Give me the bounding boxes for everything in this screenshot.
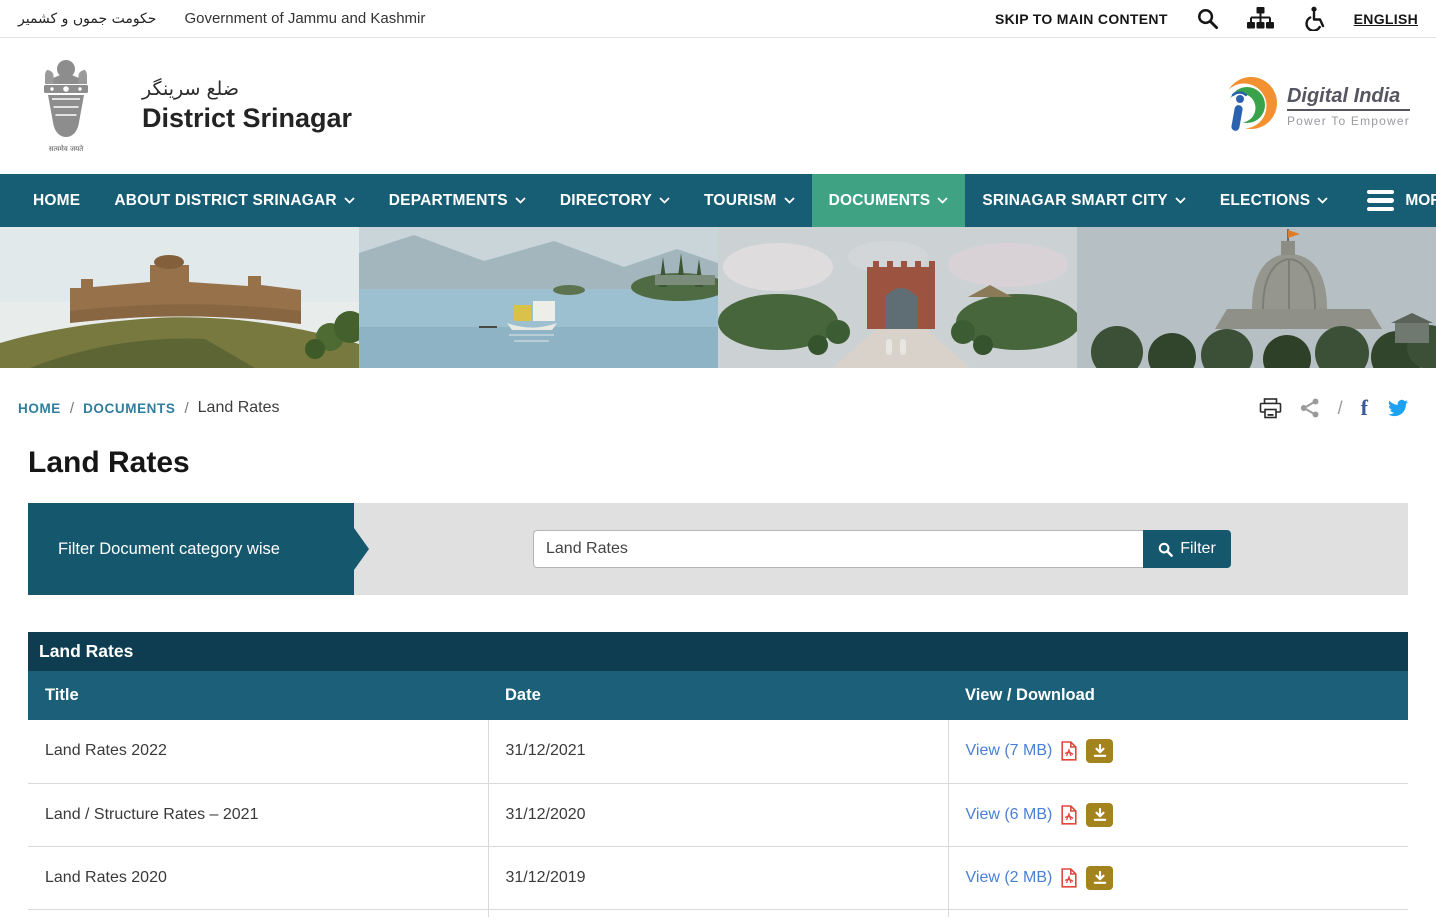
skip-to-main-content-link[interactable]: SKIP TO MAIN CONTENT (995, 11, 1168, 27)
page-root: حکومت جموں و کشمیر Government of Jammu a… (0, 0, 1436, 922)
hero-image-strip (0, 227, 1436, 368)
download-icon (1093, 808, 1107, 822)
table-caption: Land Rates (28, 632, 1408, 671)
nav-item-directory[interactable]: DIRECTORY (543, 174, 687, 227)
emblem-motto: सत्यमेव जयते (49, 145, 83, 154)
government-urdu-text: حکومت جموں و کشمیر (18, 11, 156, 27)
pdf-file-icon[interactable] (1061, 868, 1077, 888)
table-row: Land / Structure Rates – 2021 31/12/2020… (28, 783, 1408, 846)
hero-image-garden-arch (718, 227, 1077, 368)
document-title: Land Rates 2020 (28, 846, 488, 909)
india-emblem: सत्यमेव जयते (34, 58, 98, 154)
top-bar: حکومت جموں و کشمیر Government of Jammu a… (0, 0, 1436, 38)
chevron-down-icon (784, 197, 795, 204)
chevron-down-icon (344, 197, 355, 204)
digital-india-title: Digital India (1287, 85, 1410, 111)
facebook-icon[interactable]: f (1361, 397, 1368, 419)
breadcrumb-documents-link[interactable]: DOCUMENTS (83, 401, 175, 416)
chevron-down-icon (659, 197, 670, 204)
nav-item-documents[interactable]: DOCUMENTS (812, 174, 966, 227)
column-header-title: Title (28, 671, 488, 720)
language-toggle[interactable]: ENGLISH (1354, 11, 1418, 27)
twitter-icon[interactable] (1386, 398, 1410, 418)
view-document-link[interactable]: View (7 MB) (966, 742, 1053, 760)
breadcrumb-current: Land Rates (198, 399, 280, 417)
district-name-urdu: ضلع سرینگر (142, 78, 239, 100)
view-document-link[interactable]: View (6 MB) (966, 806, 1053, 824)
hero-image-dal-lake (359, 227, 718, 368)
documents-table: Title Date View / Download Land Rates 20… (28, 671, 1408, 917)
digital-india-logo[interactable]: Digital India Power To Empower (1219, 75, 1410, 137)
pdf-file-icon[interactable] (1061, 741, 1077, 761)
main-navigation: HOME ABOUT DISTRICT SRINAGAR DEPARTMENTS… (0, 174, 1436, 227)
government-link[interactable]: Government of Jammu and Kashmir (184, 10, 425, 27)
documents-section: Land Rates Title Date View / Download La… (28, 632, 1408, 917)
icon-separator: / (1338, 398, 1343, 419)
chevron-down-icon (937, 197, 948, 204)
district-name: District Srinagar (142, 103, 352, 134)
download-button[interactable] (1086, 739, 1113, 763)
download-icon (1093, 744, 1107, 758)
view-document-link[interactable]: View (2 MB) (966, 869, 1053, 887)
nav-item-departments[interactable]: DEPARTMENTS (372, 174, 543, 227)
document-title: Land / Structure Rates – 2021 (28, 783, 488, 846)
chevron-down-icon (515, 197, 526, 204)
column-header-view-download: View / Download (948, 671, 1408, 720)
document-date: 31/12/2019 (488, 846, 948, 909)
download-button[interactable] (1086, 803, 1113, 827)
column-header-date: Date (488, 671, 948, 720)
table-row-partial (28, 909, 1408, 917)
filter-category-label: Filter Document category wise (28, 503, 354, 595)
filter-bar: Filter Document category wise Filter (28, 503, 1408, 595)
search-icon[interactable] (1196, 7, 1219, 30)
breadcrumb-home-link[interactable]: HOME (18, 401, 61, 416)
sitemap-icon[interactable] (1247, 7, 1274, 30)
breadcrumb-separator: / (70, 400, 74, 417)
search-icon (1158, 542, 1173, 557)
chevron-down-icon (1175, 197, 1186, 204)
filter-button[interactable]: Filter (1143, 530, 1231, 568)
chevron-down-icon (1317, 197, 1328, 204)
download-icon (1093, 871, 1107, 885)
hamburger-menu-icon (1367, 190, 1394, 212)
hero-image-fort (0, 227, 359, 368)
share-icon[interactable] (1300, 398, 1320, 418)
nav-item-srinagar-smart-city[interactable]: SRINAGAR SMART CITY (965, 174, 1203, 227)
pdf-file-icon[interactable] (1061, 805, 1077, 825)
breadcrumb-separator: / (184, 400, 188, 417)
table-row: Land Rates 2020 31/12/2019 View (2 MB) (28, 846, 1408, 909)
nav-item-about-district-srinagar[interactable]: ABOUT DISTRICT SRINAGAR (97, 174, 371, 227)
nav-item-elections[interactable]: ELECTIONS (1203, 174, 1346, 227)
hero-image-shankaracharya-temple (1077, 227, 1436, 368)
document-date: 31/12/2020 (488, 783, 948, 846)
india-emblem-icon (37, 58, 95, 144)
nav-item-tourism[interactable]: TOURISM (687, 174, 812, 227)
site-header: सत्यमेव जयते ضلع سرینگر District Srinaga… (0, 38, 1436, 174)
download-button[interactable] (1086, 866, 1113, 890)
accessibility-icon[interactable] (1302, 6, 1326, 31)
print-icon[interactable] (1259, 398, 1282, 419)
document-title: Land Rates 2022 (28, 720, 488, 783)
digital-india-tagline: Power To Empower (1287, 114, 1410, 128)
document-date: 31/12/2021 (488, 720, 948, 783)
nav-item-home[interactable]: HOME (16, 174, 97, 227)
page-title: Land Rates (28, 446, 1408, 480)
nav-more-button[interactable]: MORE (1345, 174, 1436, 227)
breadcrumb: HOME / DOCUMENTS / Land Rates (18, 399, 280, 417)
filter-input[interactable] (533, 530, 1143, 568)
table-row: Land Rates 2022 31/12/2021 View (7 MB) (28, 720, 1408, 783)
digital-india-icon (1219, 75, 1279, 137)
